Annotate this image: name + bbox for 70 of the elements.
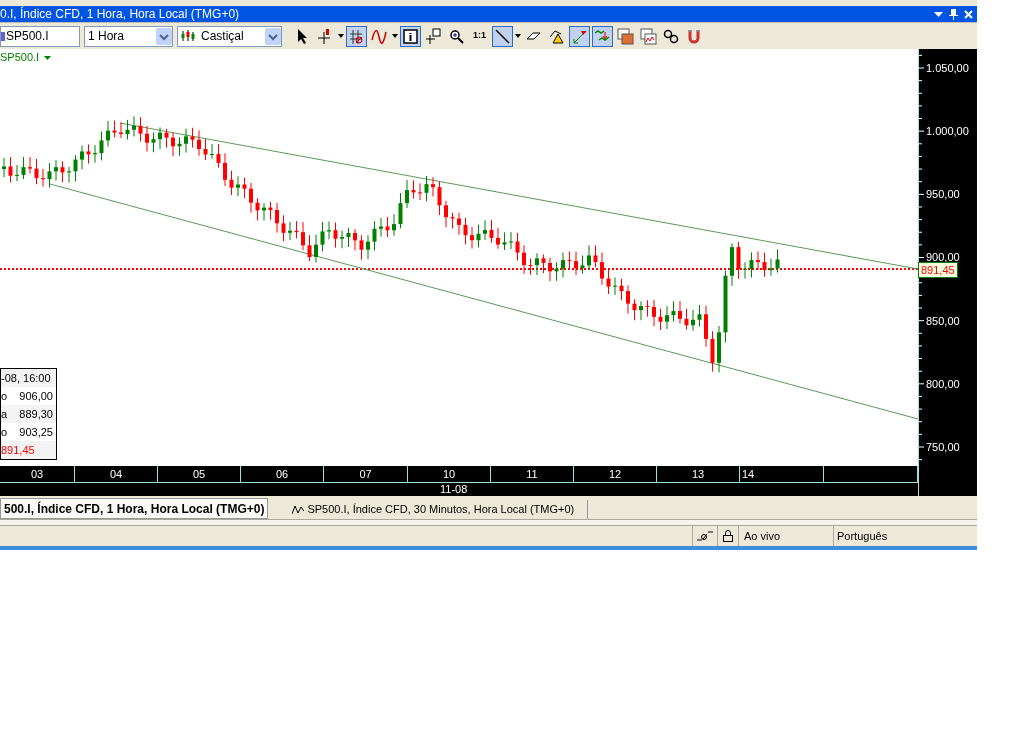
chart-template-icon <box>617 27 634 45</box>
line-tool-button[interactable] <box>492 25 513 47</box>
chart-tab[interactable]: SP500.I, Índice CFD, 30 Minutos, Hora Local (TMG+0) <box>268 500 589 519</box>
zoom-icon <box>448 27 465 45</box>
chart-template-tool-button[interactable] <box>615 25 636 47</box>
pin-icon[interactable] <box>949 8 958 20</box>
link-icon <box>663 27 680 45</box>
trades-tool-button[interactable] <box>592 25 613 47</box>
magnet-icon <box>686 27 703 45</box>
info-label: o <box>1 388 8 404</box>
price-label: 1.000,00 <box>926 125 969 138</box>
grid-icon <box>348 27 365 45</box>
caret-icon[interactable] <box>338 34 344 38</box>
chart-compare-tool-button[interactable] <box>638 25 659 47</box>
info-icon <box>402 27 419 45</box>
symbol-field[interactable]: SP500.I <box>0 25 80 47</box>
chevron-icon <box>265 27 281 45</box>
period-dropdown[interactable]: 1 Hora <box>84 25 173 47</box>
price-label: 1.050,00 <box>926 62 969 74</box>
lock-icon <box>723 530 733 542</box>
symbol-legend[interactable]: SP500.I <box>0 52 52 63</box>
line-icon <box>494 27 511 45</box>
price-label: 900,00 <box>926 251 960 264</box>
arrows-tool-button[interactable] <box>569 25 590 47</box>
info-label: a <box>1 406 8 422</box>
info-value: 889,30 <box>19 406 53 422</box>
wave-icon <box>371 27 388 45</box>
info-value: -08, 16:00 <box>1 370 51 386</box>
date-label: 13 <box>691 466 705 482</box>
date-label: 10 <box>442 466 456 482</box>
caret-icon[interactable] <box>515 34 521 38</box>
chart-tab[interactable]: 500.I, Índice CFD, 1 Hora, Hora Local (TMG+0) <box>0 498 269 519</box>
crosshair-note-icon <box>425 27 442 45</box>
symbol-icon <box>1 30 5 42</box>
wave-icon <box>292 504 305 515</box>
crosshair-note-tool-button[interactable] <box>423 25 444 47</box>
dropdown-icon[interactable] <box>934 11 943 17</box>
ratio-button[interactable]: 1:1 <box>469 25 490 47</box>
date-label: 11 <box>526 466 538 482</box>
date-label: 12 <box>608 466 622 482</box>
window-title: 0.I, Índice CFD, 1 Hora, Hora Local (TMG+0) <box>0 8 240 20</box>
info-tool-button[interactable] <box>400 25 421 47</box>
chevron-icon <box>156 27 172 45</box>
last-price-tag: 891,45 <box>918 262 958 278</box>
chart-compare-icon <box>640 27 657 45</box>
price-label: 750,00 <box>926 441 960 453</box>
info-value: 906,00 <box>19 388 53 404</box>
info-value: 903,25 <box>19 424 53 440</box>
date-label: 04 <box>109 466 123 482</box>
date-label: 14 <box>742 466 755 482</box>
caret-icon <box>44 55 52 60</box>
grid-tool-button[interactable] <box>346 25 367 47</box>
info-label: o <box>1 424 8 440</box>
close-icon[interactable] <box>964 9 973 19</box>
info-value: 891,45 <box>1 442 35 458</box>
mode-status: Ao vivo <box>744 528 781 544</box>
date-label: 07 <box>359 466 372 482</box>
language-status: Português <box>837 529 888 542</box>
price-label: 950,00 <box>926 188 960 201</box>
trend-line[interactable] <box>119 122 918 270</box>
date-label: 06 <box>275 466 289 482</box>
connection-icon <box>697 531 713 541</box>
chart-type-dropdown[interactable]: Castiçal <box>177 25 282 47</box>
price-label: 850,00 <box>926 314 960 327</box>
price-label: 800,00 <box>926 377 960 390</box>
date-label: 05 <box>192 466 206 482</box>
date-label: 03 <box>30 466 44 482</box>
candlestick-icon <box>181 30 195 42</box>
month-label: 11-08 <box>440 483 468 495</box>
caret-icon[interactable] <box>392 34 398 38</box>
